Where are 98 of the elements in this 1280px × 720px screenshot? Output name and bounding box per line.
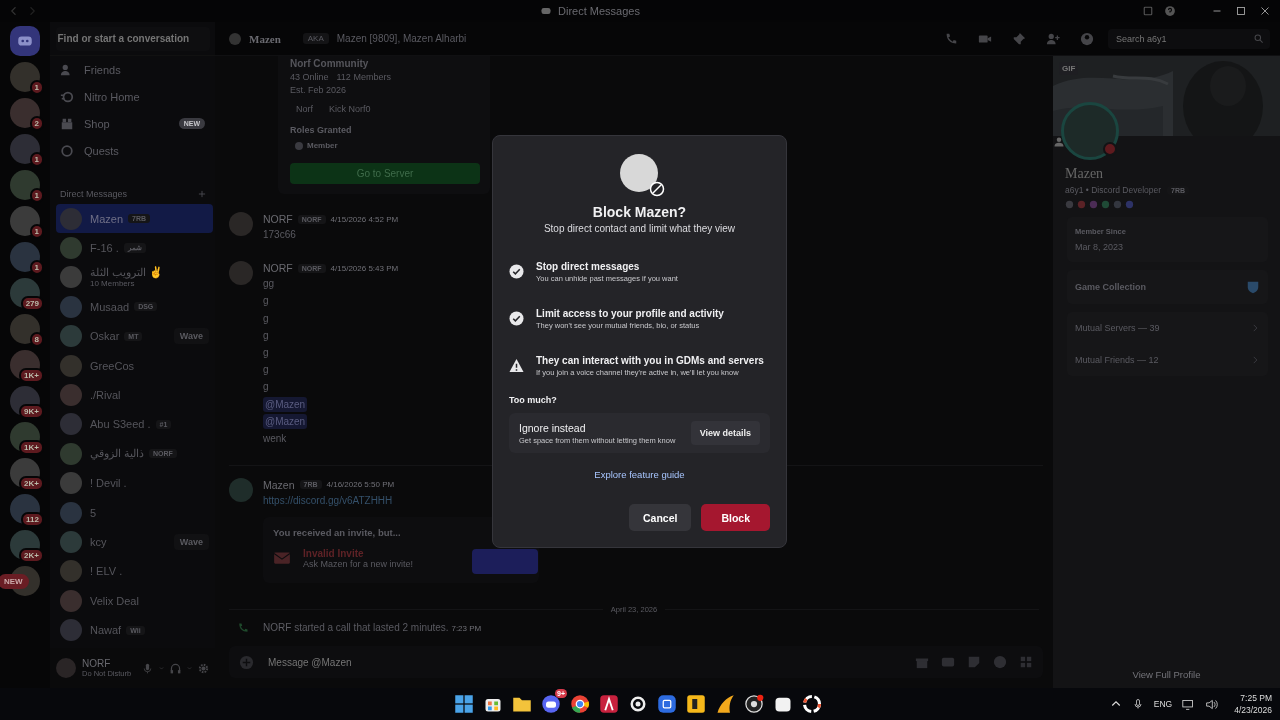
clock-time[interactable]: 7:25 PM	[1240, 693, 1272, 703]
unread-badge: 279	[20, 296, 44, 311]
author-name: Mazen	[263, 478, 295, 491]
dm-name: Nawaf	[90, 624, 122, 637]
nav-item[interactable]: Quests	[84, 144, 205, 157]
dm-name: kcy	[90, 536, 107, 548]
dialog-subtitle: Stop direct contact and limit what they view	[542, 223, 737, 234]
dm-name: 5	[90, 506, 97, 519]
item-title: Limit access to your profile and activity	[536, 307, 724, 319]
block-button[interactable]: Block	[701, 504, 770, 531]
author-name: NORF	[263, 213, 293, 225]
section-header: Direct Messages	[60, 189, 128, 199]
dm-item[interactable]: ! ELV .	[56, 556, 213, 587]
dm-name: ذالية الزوقي	[90, 447, 145, 461]
search-field[interactable]: Search a6y1	[1114, 32, 1253, 45]
dm-name: GreeCos	[90, 359, 135, 372]
timestamp: 4/15/2026 5:43 PM	[330, 263, 399, 273]
profile-name: Mazen	[1065, 166, 1105, 182]
item-title: Stop direct messages	[536, 260, 641, 272]
message-text: g	[263, 328, 269, 343]
message-text: g	[263, 311, 269, 326]
dm-name: F-16 .	[90, 242, 119, 255]
message-text: gg	[263, 277, 275, 292]
dm-item[interactable]: kcy Wave	[56, 527, 213, 557]
dm-item[interactable]: ./Rival	[56, 380, 213, 410]
role-name: Member	[307, 141, 338, 150]
message-composer[interactable]: Message @Mazen	[229, 646, 1043, 678]
message-text: wenk	[263, 431, 287, 446]
timestamp: 4/15/2026 4:52 PM	[330, 214, 399, 224]
mention[interactable]: @Mazen	[263, 396, 308, 412]
author-name: NORF	[263, 262, 293, 275]
dm-name: Oskar	[90, 330, 120, 343]
aka-label: AKA	[302, 33, 329, 44]
search-bar[interactable]: Search a6y1	[1108, 28, 1270, 49]
dm-name: Musaad	[90, 300, 130, 313]
mutual-row[interactable]: Mutual Friends — 12	[1075, 355, 1159, 365]
member-since-date: Mar 8, 2023	[1075, 242, 1125, 252]
invite-title: Invalid Invite	[303, 547, 365, 559]
nav-item[interactable]: Shop	[84, 117, 169, 130]
mention[interactable]: @Mazen	[263, 413, 308, 429]
dm-name: Mazen	[90, 212, 124, 225]
profile-username: a6y1 • Discord Developer	[1065, 185, 1162, 195]
nav-item[interactable]: Nitro Home	[84, 90, 205, 103]
roles-heading: Roles Granted	[290, 125, 353, 135]
message-text: g	[263, 363, 269, 378]
unread-badge: 112	[21, 512, 44, 527]
member-count: 112 Members	[336, 72, 391, 82]
user-name: NORF	[82, 658, 112, 669]
message-text: 173c66	[263, 228, 296, 242]
dm-item[interactable]: 5	[56, 497, 213, 528]
channel-label: Norf	[296, 104, 313, 114]
invite-heading: You received an invite, but...	[273, 526, 402, 538]
alias-list: Mazen [9809], Mazen Alharbi	[336, 33, 936, 44]
link[interactable]: https://discord.gg/v6ATZHHH	[263, 491, 393, 509]
dialog-title: Block Mazen?	[591, 204, 688, 220]
view-details-button[interactable]: View details	[690, 421, 760, 445]
item-title: They can interact with you in GDMs and servers	[536, 354, 764, 366]
feature-guide-link[interactable]: Explore feature guide	[594, 469, 685, 480]
dm-name: الترويب الثلة ✌	[90, 266, 164, 280]
game-collection-label: Game Collection	[1075, 282, 1146, 292]
dm-name: ! ELV .	[90, 565, 123, 578]
view-full-profile-link[interactable]: View Full Profile	[1132, 669, 1201, 680]
dm-item[interactable]: GreeCos	[56, 350, 213, 381]
timestamp: 4/16/2026 5:50 PM	[326, 480, 395, 490]
wave-button[interactable]: Wave	[173, 534, 209, 550]
unread-badge: 1K+	[19, 440, 44, 455]
new-badge: NEW	[0, 574, 29, 589]
dm-name: Abu S3eed .	[90, 418, 151, 431]
unread-badge: 1K+	[19, 368, 44, 383]
message-text: g	[263, 345, 269, 360]
call-message: NORF started a call that lasted 2 minutes. 7:23 PM	[263, 622, 482, 634]
online-count: 43 Online	[290, 72, 329, 82]
clock-date[interactable]: 4/23/2026	[1234, 705, 1272, 715]
cancel-button[interactable]: Cancel	[628, 504, 692, 531]
message-field[interactable]: Message @Mazen	[266, 655, 903, 669]
invite-subtitle: Ask Mazen for a new invite!	[303, 558, 414, 569]
message-text: g	[263, 380, 269, 395]
unread-badge: 9K+	[19, 404, 44, 419]
channel-label: Kick Norf0	[329, 104, 371, 114]
channel-name: Mazen	[249, 32, 281, 45]
unread-badge: 2K+	[19, 548, 44, 563]
dm-item[interactable]: Velix Deal	[56, 586, 213, 616]
dm-name: Velix Deal	[90, 594, 139, 607]
message-text: g	[263, 294, 269, 309]
dm-item[interactable]: ! Devil .	[56, 468, 213, 498]
mutual-row[interactable]: Mutual Servers — 39	[1075, 323, 1160, 333]
server-name: Norf Community	[290, 58, 370, 69]
section-label: Too much?	[509, 395, 558, 405]
language-indicator[interactable]: ENG	[1153, 699, 1173, 709]
established-date: Est. Feb 2026	[290, 85, 348, 95]
window-title: Direct Messages	[558, 5, 640, 17]
dm-name: ! Devil .	[90, 477, 127, 490]
ignore-title: Ignore instead	[519, 421, 587, 434]
member-count: 10 Members	[90, 279, 136, 289]
dm-name: ./Rival	[90, 389, 121, 402]
wave-button[interactable]: Wave	[173, 328, 209, 345]
unread-badge: 2K+	[19, 476, 44, 491]
nav-item[interactable]: Friends	[84, 63, 205, 76]
